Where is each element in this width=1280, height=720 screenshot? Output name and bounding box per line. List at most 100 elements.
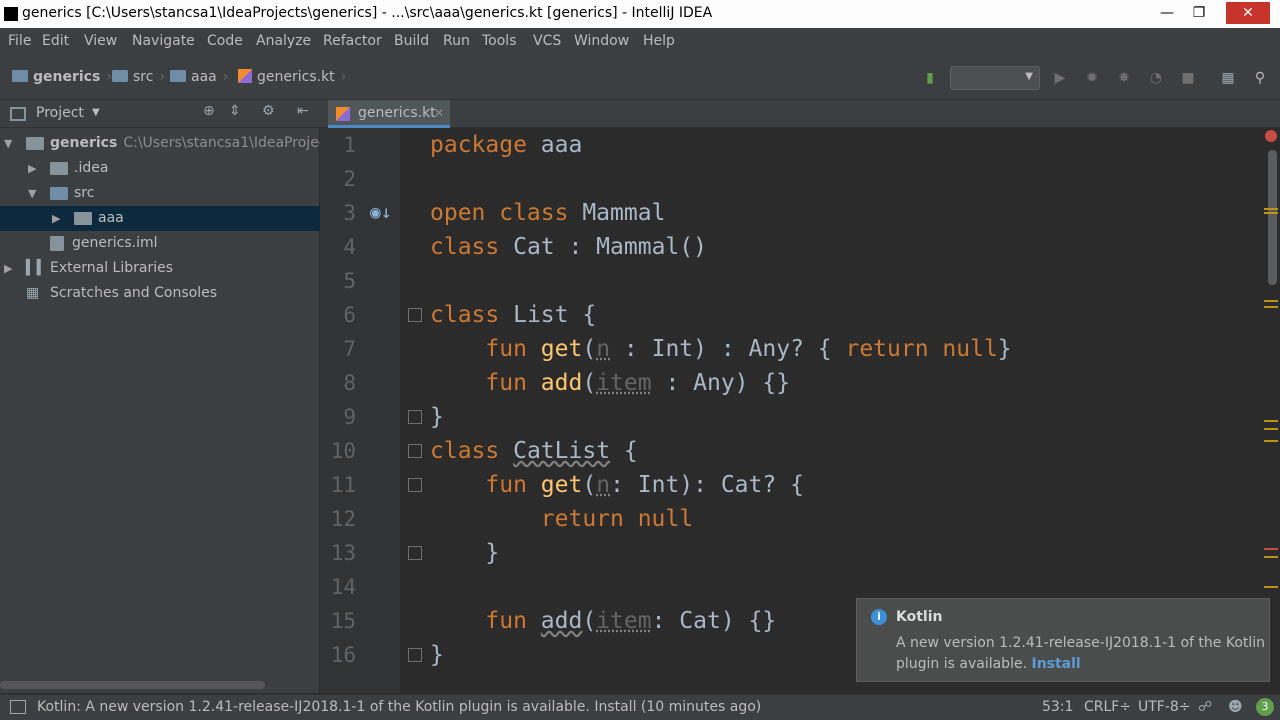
chevron-right-icon[interactable]: ▶ [28, 156, 36, 181]
code-line: 13 } [320, 536, 1260, 570]
line-number: 8 [343, 371, 356, 395]
tree-item-scratches[interactable]: ▦ Scratches and Consoles [0, 281, 320, 306]
tree-item-src[interactable]: ▼ src [0, 181, 320, 206]
iml-file-icon [50, 236, 64, 251]
search-everywhere-icon[interactable]: ⚲ [1252, 70, 1268, 86]
fold-marker-icon[interactable] [408, 444, 422, 458]
lock-icon[interactable]: ☍ [1198, 699, 1212, 715]
menu-file[interactable]: File [8, 33, 31, 49]
profile-icon[interactable]: ◔ [1148, 70, 1164, 86]
stop-icon[interactable]: ■ [1180, 70, 1196, 86]
run-icon[interactable]: ▶ [1052, 70, 1068, 86]
intellij-app-icon [4, 7, 18, 21]
chevron-down-icon[interactable]: ▼ [92, 107, 100, 118]
module-folder-icon [26, 137, 44, 150]
project-horizontal-scrollbar[interactable] [0, 681, 265, 689]
tree-item-path: C:\Users\stancsa1\IdeaProjects\ [123, 135, 320, 151]
menu-vcs[interactable]: VCS [533, 33, 561, 49]
chevron-down-icon[interactable]: ▼ [4, 131, 12, 156]
install-link[interactable]: Install [1031, 656, 1080, 672]
tab-generics-kt[interactable]: generics.kt ✕ [328, 100, 450, 128]
menu-navigate[interactable]: Navigate [132, 33, 195, 49]
notification-body: A new version 1.2.41-release-IJ2018.1-1 … [896, 633, 1266, 675]
maximize-button[interactable]: ❐ [1184, 2, 1214, 24]
code-line: 11 fun get(n: Int): Cat? { [320, 468, 1260, 502]
tree-item-external-libraries[interactable]: ▶ ▍▍ External Libraries [0, 256, 320, 281]
notification-title: Kotlin [896, 609, 943, 625]
line-number: 16 [330, 643, 356, 667]
line-number: 1 [343, 133, 356, 157]
menu-refactor[interactable]: Refactor [323, 33, 382, 49]
tree-item-idea[interactable]: ▶ .idea [0, 156, 320, 181]
caret-position[interactable]: 53:1 [1042, 699, 1073, 715]
fold-marker-icon[interactable] [408, 546, 422, 560]
project-structure-icon[interactable]: ▦ [1220, 70, 1236, 86]
close-window-button[interactable]: ✕ [1226, 2, 1270, 24]
project-view-selector[interactable]: Project [36, 105, 84, 121]
encoding-selector[interactable]: UTF-8÷ [1138, 699, 1191, 715]
folder-icon [12, 70, 28, 82]
fold-marker-icon[interactable] [408, 410, 422, 424]
line-number: 2 [343, 167, 356, 191]
menu-view[interactable]: View [84, 33, 117, 49]
coverage-icon[interactable]: ✸ [1116, 70, 1132, 86]
collapse-all-icon[interactable]: ⇕ [229, 103, 241, 119]
status-bar: Kotlin: A new version 1.2.41-release-IJ2… [0, 694, 1280, 720]
status-message[interactable]: Kotlin: A new version 1.2.41-release-IJ2… [37, 699, 761, 715]
menu-window[interactable]: Window [574, 33, 629, 49]
tree-item-generics[interactable]: ▼ generics C:\Users\stancsa1\IdeaProjects… [0, 131, 320, 156]
breadcrumb-aaa[interactable]: aaa › [170, 69, 228, 85]
tree-item-generics-iml[interactable]: generics.iml [0, 231, 320, 256]
tree-item-label: generics [50, 135, 118, 151]
tree-item-aaa[interactable]: ▶ aaa [0, 206, 320, 231]
close-tab-icon[interactable]: ✕ [434, 100, 444, 127]
tab-label: generics.kt [358, 105, 436, 121]
menu-code[interactable]: Code [207, 33, 243, 49]
fold-marker-icon[interactable] [408, 308, 422, 322]
hide-panel-icon[interactable]: ⇤ [297, 103, 309, 119]
source-folder-icon [50, 187, 68, 200]
line-number: 10 [330, 439, 356, 463]
kotlin-file-icon [238, 69, 252, 83]
code-line: 12 return null [320, 502, 1260, 536]
menu-build[interactable]: Build [394, 33, 429, 49]
breadcrumb-src[interactable]: src › [112, 69, 165, 85]
code-line: 2 [320, 162, 1260, 196]
menu-edit[interactable]: Edit [42, 33, 69, 49]
build-project-icon[interactable]: ▮ [922, 70, 938, 86]
folder-icon [112, 70, 128, 82]
menu-tools[interactable]: Tools [482, 33, 517, 49]
chevron-right-icon[interactable]: ▶ [52, 206, 60, 231]
inspector-icon[interactable]: ☻ [1228, 699, 1243, 715]
package-icon [170, 70, 186, 82]
tree-item-label: generics.iml [72, 235, 158, 251]
fold-marker-icon[interactable] [408, 648, 422, 662]
debug-icon[interactable]: ✹ [1084, 70, 1100, 86]
editor-tab-bar: generics.kt ✕ [320, 100, 1280, 128]
line-number: 9 [343, 405, 356, 429]
run-configuration-select[interactable]: ▼ [950, 66, 1040, 90]
breadcrumb-generics[interactable]: generics › [12, 69, 112, 85]
minimize-button[interactable]: — [1152, 2, 1182, 24]
gear-icon[interactable]: ⚙ [262, 103, 275, 119]
tree-item-label: Scratches and Consoles [50, 285, 217, 301]
chevron-down-icon[interactable]: ▼ [28, 181, 36, 206]
line-number: 15 [330, 609, 356, 633]
tree-item-label: External Libraries [50, 260, 173, 276]
library-icon: ▍▍ [26, 260, 48, 276]
title-bar: generics [C:\Users\stancsa1\IdeaProjects… [0, 0, 1280, 28]
implemented-by-icon[interactable]: ◉↓ [370, 196, 392, 230]
breadcrumb-file[interactable]: generics.kt › [238, 69, 346, 85]
menu-run[interactable]: Run [443, 33, 470, 49]
event-log-badge[interactable]: 3 [1256, 698, 1274, 716]
code-line: 4 class Cat : Mammal() [320, 230, 1260, 264]
toggle-tool-windows-icon[interactable] [10, 700, 26, 714]
locate-icon[interactable]: ⊕ [203, 103, 215, 119]
menu-analyze[interactable]: Analyze [256, 33, 311, 49]
line-separator-selector[interactable]: CRLF÷ [1084, 699, 1131, 715]
line-number: 4 [343, 235, 356, 259]
menu-help[interactable]: Help [643, 33, 675, 49]
fold-marker-icon[interactable] [408, 478, 422, 492]
line-number: 7 [343, 337, 356, 361]
chevron-right-icon[interactable]: ▶ [4, 256, 12, 281]
